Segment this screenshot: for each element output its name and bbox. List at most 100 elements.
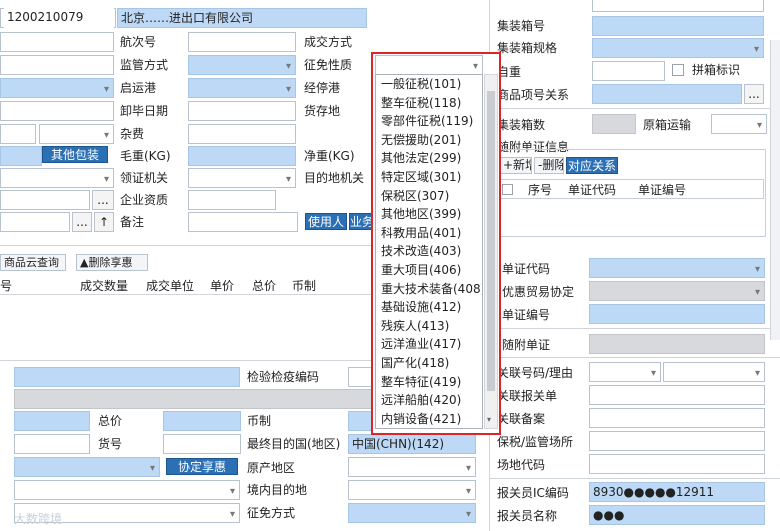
delete-share-button[interactable]: ▲删除享惠: [76, 254, 148, 271]
dropdown-scrollbar[interactable]: ▾: [484, 74, 498, 429]
col-price: 单价: [210, 279, 235, 293]
domestic-dest-select[interactable]: [348, 480, 476, 500]
container-spec-select[interactable]: [592, 38, 764, 58]
total-price-field[interactable]: [163, 411, 241, 431]
dropdown-option[interactable]: 技术改造(403): [376, 242, 482, 261]
enterprise-qual-field[interactable]: [188, 190, 276, 210]
dropdown-option[interactable]: 重大项目(406): [376, 261, 482, 280]
entry-office-select[interactable]: [188, 168, 296, 188]
related-record-field[interactable]: [589, 408, 765, 428]
dropdown-option[interactable]: 一般征税(101): [376, 75, 482, 94]
delete-button[interactable]: -删除: [534, 157, 564, 174]
right-top-field[interactable]: [592, 0, 764, 12]
dropdown-option[interactable]: 基础设施(412): [376, 298, 482, 317]
gross-weight-field[interactable]: [188, 146, 296, 166]
dropdown-scroll-thumb[interactable]: [487, 91, 495, 391]
up-button[interactable]: ↑: [94, 212, 114, 232]
qty-field[interactable]: [14, 411, 90, 431]
pkg-field[interactable]: [0, 146, 42, 166]
attach-no-field[interactable]: [589, 304, 765, 324]
attach-select-all-checkbox[interactable]: [502, 184, 513, 195]
left-field-9[interactable]: [0, 212, 70, 232]
dropdown-option[interactable]: 整车特征(419): [376, 373, 482, 392]
container-spec-label: 集装箱规格: [497, 41, 558, 55]
related-record-label: 关联备案: [497, 412, 546, 426]
dropdown-option[interactable]: 重大技术装备(408): [376, 280, 482, 299]
bottom-select-1[interactable]: [14, 457, 160, 477]
dropdown-option[interactable]: 内销设备(421): [376, 410, 482, 428]
left-field-2[interactable]: [0, 55, 114, 75]
dropdown-option[interactable]: 零部件征税(119): [376, 112, 482, 131]
related-decl-field[interactable]: [589, 385, 765, 405]
browse-button-2[interactable]: ...: [72, 212, 92, 232]
departure-port-select[interactable]: [188, 78, 296, 98]
goods-name-field[interactable]: [14, 367, 240, 387]
item-relation-browse-button[interactable]: ...: [744, 84, 764, 104]
deal-mode-label: 成交方式: [304, 35, 353, 49]
dropdown-option[interactable]: 其他法定(299): [376, 149, 482, 168]
company-field[interactable]: 北京……进出口有限公司: [117, 8, 367, 28]
exemption-method-select[interactable]: [348, 503, 476, 523]
broker-name-field[interactable]: ●●●: [589, 505, 765, 525]
use-person-button[interactable]: 使用人: [305, 213, 347, 230]
item-relation-field[interactable]: [592, 84, 742, 104]
attach-col-code: 单证代码: [568, 183, 617, 197]
goods-no-field[interactable]: [163, 434, 241, 454]
left-select-3[interactable]: [0, 78, 114, 98]
container-count-field[interactable]: [592, 114, 636, 134]
left-field-5a[interactable]: [0, 124, 36, 144]
dropdown-option[interactable]: 残疾人(413): [376, 317, 482, 336]
unload-date-label: 卸毕日期: [120, 104, 169, 118]
left-select-5b[interactable]: [39, 124, 114, 144]
self-weight-field[interactable]: [592, 61, 665, 81]
attach-code-select[interactable]: [589, 258, 765, 278]
final-country-field[interactable]: 中国(CHN)(142): [348, 434, 476, 454]
other-package-button[interactable]: 其他包装: [42, 146, 108, 163]
unload-date-field[interactable]: [188, 101, 296, 121]
broker-ic-field[interactable]: 8930●●●●●12911: [589, 482, 765, 502]
container-no-field[interactable]: [592, 16, 764, 36]
dropdown-option[interactable]: 科教用品(401): [376, 224, 482, 243]
remarks-field[interactable]: [188, 212, 298, 232]
cloud-query-button[interactable]: 商品云查询: [0, 254, 66, 271]
misc-fee-field[interactable]: [188, 124, 296, 144]
dropdown-option[interactable]: 无偿援助(201): [376, 131, 482, 150]
exemption-dropdown-list[interactable]: 一般征税(101) 整车征税(118) 零部件征税(119) 无偿援助(201) 其他法…: [375, 74, 483, 429]
dest-office-label: 目的地机关: [304, 171, 365, 185]
left-select-7[interactable]: [0, 168, 114, 188]
left-field-1[interactable]: [0, 32, 114, 52]
original-transport-select[interactable]: [711, 114, 767, 134]
right-edge-scrollbar[interactable]: [770, 40, 780, 340]
add-button[interactable]: +新增: [499, 157, 532, 174]
unit-field[interactable]: [14, 434, 90, 454]
bottom-select-2[interactable]: [14, 480, 240, 500]
yard-code-field[interactable]: [589, 454, 765, 474]
supervision-select[interactable]: [188, 55, 296, 75]
dropdown-option[interactable]: 远洋渔业(417): [376, 335, 482, 354]
pref-agreement-select[interactable]: [589, 281, 765, 301]
declaration-code-field[interactable]: 1200210079: [4, 8, 114, 28]
scroll-down-icon[interactable]: ▾: [487, 415, 491, 424]
exemption-select[interactable]: [375, 55, 483, 75]
bonded-place-field[interactable]: [589, 431, 765, 451]
left-field-4[interactable]: [0, 101, 114, 121]
dropdown-option[interactable]: 保税区(307): [376, 187, 482, 206]
left-field-8[interactable]: [0, 190, 90, 210]
browse-button-1[interactable]: ...: [92, 190, 114, 210]
dropdown-option[interactable]: 整车征税(118): [376, 94, 482, 113]
lcl-checkbox[interactable]: [672, 64, 684, 76]
final-country-label: 最终目的国(地区): [247, 437, 341, 451]
related-reason-select[interactable]: [589, 362, 661, 382]
attach-doc-field[interactable]: [589, 334, 765, 354]
spec-field[interactable]: [14, 389, 376, 409]
voyage-field[interactable]: [188, 32, 296, 52]
dropdown-option[interactable]: 远洋船舶(420): [376, 391, 482, 410]
broker-name-label: 报关员名称: [497, 509, 558, 523]
dropdown-option[interactable]: 国产化(418): [376, 354, 482, 373]
agree-share-button[interactable]: 协定享惠: [166, 458, 238, 475]
origin-region-select[interactable]: [348, 457, 476, 477]
dropdown-option[interactable]: 特定区域(301): [376, 168, 482, 187]
relation-button[interactable]: 对应关系: [566, 157, 618, 174]
dropdown-option[interactable]: 其他地区(399): [376, 205, 482, 224]
related-no-select[interactable]: [663, 362, 765, 382]
